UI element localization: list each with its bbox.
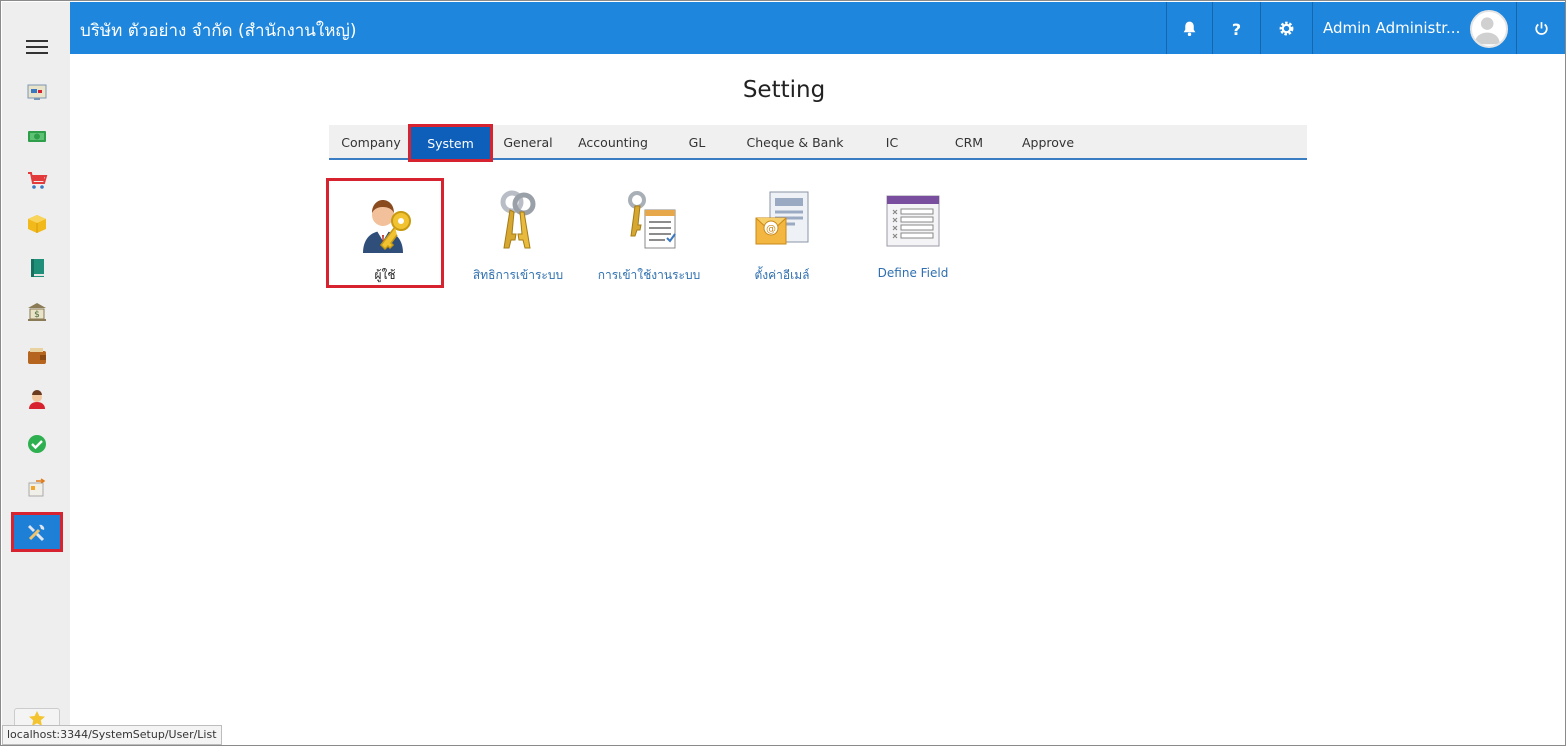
tab-system[interactable]: System [408,124,493,162]
define-field-icon [886,195,940,247]
top-header: บริษัท ตัวอย่าง จำกัด (สำนักงานใหญ่) ? A… [70,2,1565,54]
user-key-icon [363,200,411,253]
svg-text:@: @ [766,224,776,235]
tile-label: การเข้าใช้งานระบบ [597,268,701,282]
box-icon[interactable] [11,204,63,244]
tools-icon[interactable] [11,512,63,552]
tile-access-rights[interactable]: สิทธิการเข้าระบบ [459,178,577,288]
tab-approve[interactable]: Approve [1019,125,1077,160]
status-bar-url: localhost:3344/SystemSetup/User/List [2,725,222,745]
wallet-icon[interactable] [11,336,63,376]
bank-icon[interactable]: $ [11,292,63,332]
svg-text:$: $ [34,310,40,320]
tab-general[interactable]: General [497,125,559,160]
tile-label: ผู้ใช้ [374,268,396,282]
check-icon[interactable] [11,424,63,464]
tile-system-access[interactable]: การเข้าใช้งานระบบ [590,178,708,288]
gear-icon[interactable] [1260,2,1312,54]
help-icon[interactable]: ? [1212,2,1260,54]
tab-ic[interactable]: IC [877,125,907,160]
bell-icon[interactable] [1166,2,1212,54]
menu-icon[interactable] [26,40,48,56]
company-name[interactable]: บริษัท ตัวอย่าง จำกัด (สำนักงานใหญ่) [80,17,357,44]
tab-cheque-bank[interactable]: Cheque & Bank [743,125,847,160]
tile-define-field[interactable]: Define Field [854,178,972,288]
transfer-icon[interactable] [11,468,63,508]
tab-company[interactable]: Company [337,125,405,160]
cart-icon[interactable] [11,160,63,200]
page-title: Setting [742,77,826,103]
svg-text:?: ? [1232,20,1241,37]
keys-icon [500,190,536,249]
power-icon[interactable] [1516,2,1565,54]
avatar[interactable] [1470,10,1508,48]
sidebar: $ [2,2,70,745]
settings-tabs: Company System General Accounting GL Che… [329,124,1307,162]
money-icon[interactable] [11,116,63,156]
book-icon[interactable] [11,248,63,288]
app-window: $ บริษัท ตัวอย่าง จำกัด (สำนักงานใหญ่) ? [0,0,1566,746]
user-name: Admin Administr... [1323,19,1461,37]
email-settings-icon: @ [755,191,809,245]
tile-email-settings[interactable]: @ ตั้งค่าอีเมล์ [723,178,841,288]
tab-crm[interactable]: CRM [949,125,989,160]
tab-gl[interactable]: GL [681,125,713,160]
tile-users[interactable]: ผู้ใช้ [326,178,444,288]
key-document-icon [628,191,676,249]
tile-label: ตั้งค่าอีเมล์ [754,268,810,282]
tile-label: สิทธิการเข้าระบบ [472,268,564,282]
tile-label: Define Field [877,266,949,280]
tab-accounting[interactable]: Accounting [573,125,653,160]
person-icon[interactable] [11,380,63,420]
